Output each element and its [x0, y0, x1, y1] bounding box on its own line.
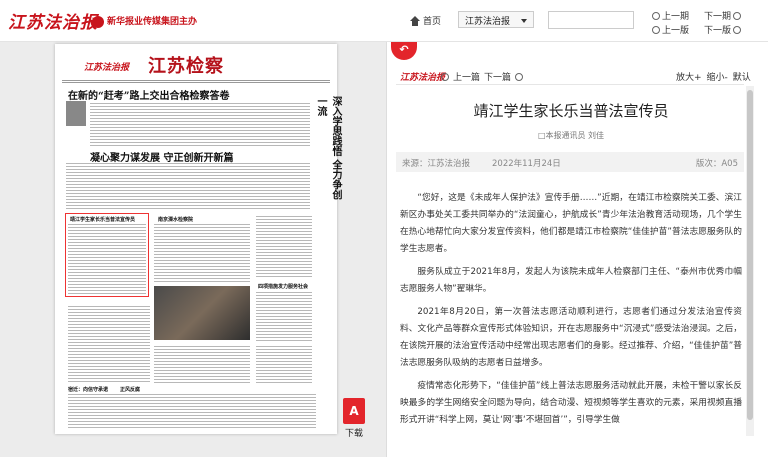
article-date: 2022年11月24日 — [492, 159, 561, 169]
article-paragraph: 疫情常态化形势下，“佳佳护苗”线上普法志愿服务活动就此开展，未检干警以家长反映最… — [400, 381, 742, 425]
np-photo-small — [66, 101, 86, 126]
prev-issue-label: 上一期 — [662, 12, 690, 22]
site-logo[interactable]: 江苏法治报 — [8, 8, 98, 33]
np-small-headline: 南京溧水检察院 — [158, 217, 194, 223]
search-input[interactable] — [548, 11, 634, 29]
pdf-download-label: 下载 — [344, 429, 363, 439]
np-headline-1[interactable]: 在新的“赶考”路上交出合格检察答卷 — [68, 87, 230, 102]
np-text-block — [68, 306, 150, 384]
publisher-label: 新华报业传媒集团主办 — [92, 14, 197, 28]
paper-select[interactable]: 江苏法治报 — [458, 11, 534, 28]
article-meta: 来源：江苏法治报 2022年11月24日 版次：A05 — [396, 152, 744, 172]
np-text-block — [90, 103, 310, 147]
np-small-headline: 靖江学生家长乐当普法宣传员 — [70, 217, 136, 223]
next-edition-label: 下一版 — [704, 26, 732, 36]
next-issue-icon — [733, 11, 742, 20]
article-source: 来源：江苏法治报 — [402, 159, 471, 169]
scrollbar-thumb[interactable] — [747, 90, 753, 420]
np-text-block — [256, 346, 312, 384]
np-section-title: 江苏检察 — [148, 56, 224, 77]
chevron-down-icon — [521, 19, 527, 23]
home-label: 首页 — [423, 17, 442, 27]
np-text-block — [68, 224, 146, 294]
paper-select-value: 江苏法治报 — [465, 17, 511, 27]
article-paragraph: 服务队成立于2021年8月，发起人为该院未成年人检察部门主任、“泰州市优秀巾帼志… — [400, 267, 742, 294]
np-text-block — [154, 224, 250, 282]
publisher-text: 新华报业传媒集团主办 — [107, 17, 198, 27]
zoom-controls: 放大+ 缩小- 默认 — [676, 70, 751, 83]
next-edition-icon — [733, 25, 742, 34]
np-small-headline: 四项措施发力服务社会 — [258, 284, 309, 290]
prev-issue-icon — [652, 11, 660, 20]
back-arrow-icon: ↶ — [399, 43, 409, 56]
np-text-block — [154, 346, 250, 384]
prev-article-link[interactable]: 上一篇 — [453, 70, 480, 83]
np-small-headline: 正风反腐 — [120, 387, 141, 393]
article-paragraph: 2021年8月20日，第一次普法志愿活动顺利进行，志愿者们通过分发法治宣传资料、… — [400, 307, 742, 368]
np-small-headline: 宿迁：向信守承诺 — [68, 387, 109, 393]
article-body: “您好，这是《未成年人保护法》宣传手册……”近期，在靖江市检察院关工委、滨江新区… — [400, 190, 742, 440]
pdf-icon: A — [343, 398, 365, 424]
article-logo: 江苏法治报 — [400, 73, 446, 83]
np-text-block — [256, 292, 312, 342]
next-issue-label: 下一期 — [704, 12, 732, 22]
next-issue-link[interactable]: 下一期 — [704, 9, 742, 22]
prev-edition-link[interactable]: 上一版 — [652, 23, 689, 36]
np-masthead: 江苏法治报 — [84, 63, 130, 73]
next-article-link[interactable]: 下一篇 — [484, 70, 511, 83]
toolbar-divider — [396, 84, 744, 85]
prev-edition-label: 上一版 — [662, 26, 690, 36]
article-paragraph: “您好，这是《未成年人保护法》宣传手册……”近期，在靖江市检察院关工委、滨江新区… — [400, 193, 742, 254]
np-text-block — [66, 163, 310, 209]
np-vertical-headline[interactable]: 深入学思践悟 全力争创一流 — [313, 96, 343, 206]
np-divider — [62, 82, 330, 83]
article-version: 版次：A05 — [695, 159, 738, 169]
publisher-mark-icon — [92, 15, 104, 28]
zoom-out-button[interactable]: 缩小- — [707, 70, 728, 83]
np-headline-2[interactable]: 凝心聚力谋发展 守正创新开新篇 — [90, 149, 233, 164]
next-edition-link[interactable]: 下一版 — [704, 23, 742, 36]
home-icon — [410, 15, 420, 26]
np-photo-main — [154, 286, 250, 340]
article-author: □本报通讯员 刘佳 — [537, 131, 605, 140]
prev-issue-link[interactable]: 上一期 — [652, 9, 689, 22]
np-text-block — [256, 216, 312, 278]
zoom-in-button[interactable]: 放大+ — [676, 70, 702, 83]
article-title: 靖江学生家长乐当普法宣传员 — [473, 102, 669, 120]
prev-edition-icon — [652, 25, 660, 34]
np-divider — [62, 80, 330, 81]
pdf-download-button[interactable]: A 下载 — [340, 398, 368, 439]
np-text-block — [68, 394, 316, 428]
home-link[interactable]: 首页 — [410, 14, 441, 27]
top-bar: 江苏法治报 新华报业传媒集团主办 首页 江苏法治报 上一期 下一期 上一版 下一… — [0, 0, 768, 42]
article-nav: 上一篇 下一篇 — [441, 70, 524, 83]
prev-article-icon — [441, 72, 449, 81]
next-article-icon — [515, 72, 524, 81]
zoom-default-button[interactable]: 默认 — [733, 70, 751, 83]
